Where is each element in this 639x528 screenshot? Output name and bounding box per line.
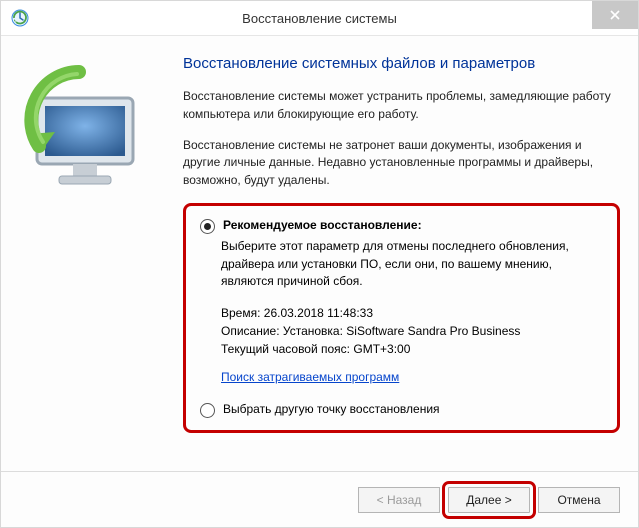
content-pane: Восстановление системных файлов и параме… — [179, 54, 620, 471]
detail-time: Время: 26.03.2018 11:48:33 — [221, 304, 603, 322]
restore-point-details: Время: 26.03.2018 11:48:33 Описание: Уст… — [221, 304, 603, 358]
cancel-button[interactable]: Отмена — [538, 487, 620, 513]
affected-programs-link[interactable]: Поиск затрагиваемых программ — [221, 370, 399, 384]
close-icon — [610, 10, 620, 20]
system-restore-icon — [11, 9, 29, 27]
left-pane — [19, 54, 179, 471]
intro-text-1: Восстановление системы может устранить п… — [183, 88, 620, 123]
option-recommended[interactable]: Рекомендуемое восстановление: — [200, 218, 603, 234]
option-other[interactable]: Выбрать другую точку восстановления — [200, 402, 603, 418]
system-restore-window: Восстановление системы — [0, 0, 639, 528]
intro-text-2: Восстановление системы не затронет ваши … — [183, 137, 620, 189]
page-heading: Восстановление системных файлов и параме… — [183, 54, 620, 74]
dialog-footer: < Назад Далее > Отмена — [1, 471, 638, 527]
dialog-body: Восстановление системных файлов и параме… — [1, 36, 638, 471]
titlebar: Восстановление системы — [1, 1, 638, 36]
option-recommended-label: Рекомендуемое восстановление: — [223, 218, 422, 232]
option-other-label: Выбрать другую точку восстановления — [223, 402, 440, 416]
detail-timezone: Текущий часовой пояс: GMT+3:00 — [221, 340, 603, 358]
restore-options-group: Рекомендуемое восстановление: Выберите э… — [183, 203, 620, 433]
option-recommended-desc: Выберите этот параметр для отмены послед… — [221, 238, 603, 290]
window-title: Восстановление системы — [242, 11, 397, 26]
radio-recommended[interactable] — [200, 219, 215, 234]
next-button[interactable]: Далее > — [448, 487, 530, 513]
back-button: < Назад — [358, 487, 440, 513]
restore-illustration — [19, 64, 159, 204]
radio-other[interactable] — [200, 403, 215, 418]
close-button[interactable] — [592, 1, 638, 29]
detail-description: Описание: Установка: SiSoftware Sandra P… — [221, 322, 603, 340]
